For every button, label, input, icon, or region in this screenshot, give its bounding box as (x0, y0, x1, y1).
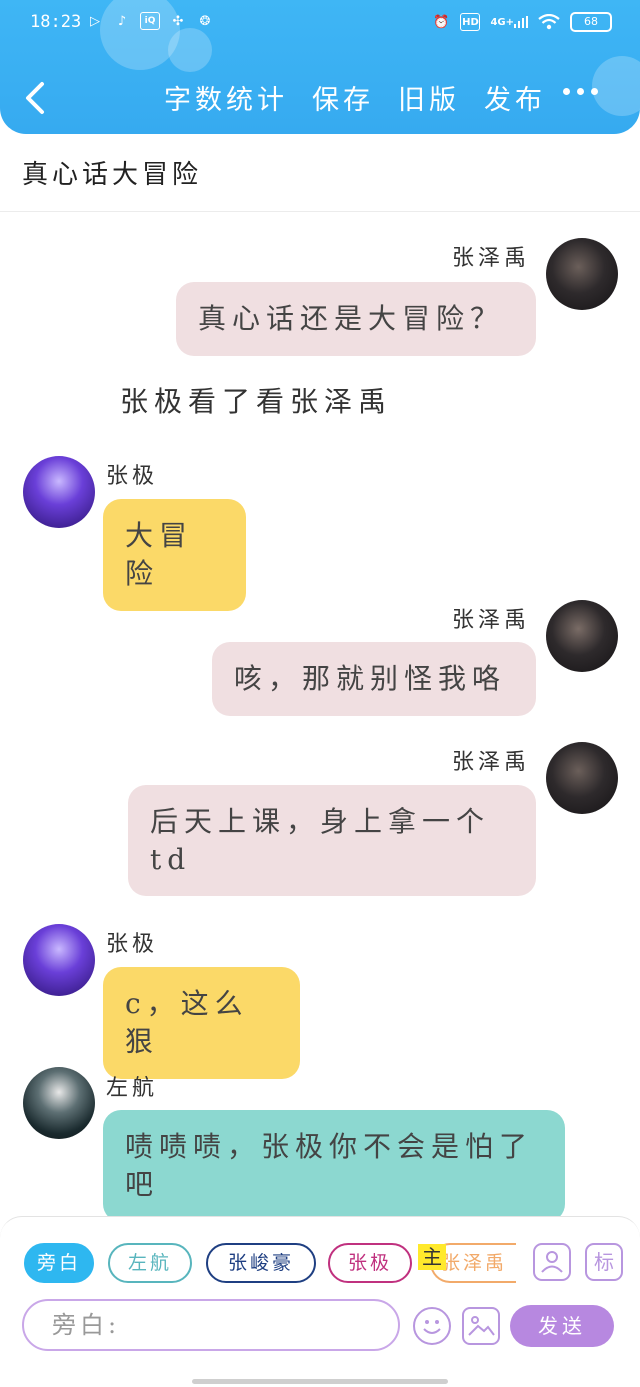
hd-icon: HD (460, 13, 481, 31)
avatar[interactable] (546, 600, 618, 672)
message-bubble[interactable]: 大冒险 (103, 499, 246, 611)
iqiyi-icon: iQ (140, 12, 160, 30)
publish-button[interactable]: 发布 (484, 78, 546, 117)
role-chip-zuohang[interactable]: 左航 (108, 1243, 192, 1283)
back-button[interactable] (20, 78, 50, 118)
message-bubble[interactable]: 啧啧啧，张极你不会是怕了吧 (103, 1110, 565, 1218)
image-button[interactable] (462, 1307, 500, 1345)
chat-area[interactable]: 张泽禹 真心话还是大冒险？ 张极看了看张泽禹 张极 大冒险 张泽禹 咳，那就别怪… (0, 212, 640, 1218)
role-chip-narration[interactable]: 旁白 (24, 1243, 94, 1283)
role-manage-button[interactable] (533, 1243, 571, 1281)
tiktok-icon: ♪ (117, 13, 127, 29)
network-type: 4G+ (490, 16, 514, 28)
more-button[interactable] (563, 88, 598, 95)
toolbar: 字数统计 保存 旧版 发布 (0, 70, 640, 130)
sender-name: 左航 (106, 1076, 159, 1101)
message-bubble[interactable]: 真心话还是大冒险？ (176, 282, 536, 356)
save-button[interactable]: 保存 (312, 78, 374, 117)
signal-bars-icon (514, 16, 528, 28)
app-icon: ❂ (199, 13, 211, 29)
role-chip-zhangji[interactable]: 张极 (328, 1243, 412, 1283)
app-header: 18:23 ▷ ♪ iQ ✣ ❂ ⏰ HD 4G+ 68 字数统计 保存 旧版 … (0, 0, 640, 134)
mark-button[interactable]: 标 (585, 1243, 623, 1281)
word-count-button[interactable]: 字数统计 (164, 78, 288, 117)
old-version-button[interactable]: 旧版 (398, 78, 460, 117)
message-input[interactable]: 旁白: (22, 1299, 400, 1351)
wifi-icon (538, 14, 560, 30)
message-bubble[interactable]: c，这么狠 (103, 967, 300, 1079)
main-role-tag: 主 (418, 1244, 446, 1270)
smile-icon (423, 1320, 441, 1334)
avatar[interactable] (23, 1067, 95, 1139)
story-title-bar[interactable]: 真心话大冒险 (0, 134, 640, 212)
status-bar: 18:23 ▷ ♪ iQ ✣ ❂ ⏰ HD 4G+ 68 (0, 0, 640, 50)
message-bubble[interactable]: 咳，那就别怪我咯 (212, 642, 536, 716)
pinwheel-icon: ✣ (172, 13, 184, 29)
battery-icon: 68 (570, 12, 612, 32)
send-button[interactable]: 发送 (510, 1305, 614, 1347)
notification-icons: ▷ ♪ iQ ✣ ❂ (86, 12, 214, 30)
more-dots-icon (577, 88, 584, 95)
emoji-button[interactable] (413, 1307, 451, 1345)
avatar[interactable] (23, 924, 95, 996)
image-icon (468, 1316, 495, 1336)
alarm-icon: ⏰ (433, 14, 450, 30)
role-chip-zhangjunhao[interactable]: 张峻豪 (206, 1243, 316, 1283)
play-icon: ▷ (90, 13, 100, 29)
narration-text[interactable]: 张极看了看张泽禹 (120, 380, 392, 420)
sender-name: 张泽禹 (452, 246, 531, 271)
sender-name: 张泽禹 (452, 750, 531, 775)
sender-name: 张极 (106, 932, 159, 957)
sender-name: 张泽禹 (452, 608, 531, 633)
person-icon (541, 1251, 563, 1273)
avatar[interactable] (546, 742, 618, 814)
system-icons: ⏰ HD 4G+ 68 (432, 12, 612, 32)
avatar[interactable] (546, 238, 618, 310)
sender-name: 张极 (106, 464, 159, 489)
chevron-left-icon (26, 82, 44, 114)
avatar[interactable] (23, 456, 95, 528)
compose-panel: 旁白 左航 张峻豪 张极 张泽禹 标 旁白: 发送 (0, 1216, 640, 1366)
more-dots-icon (591, 88, 598, 95)
home-indicator[interactable] (192, 1379, 448, 1384)
story-title: 真心话大冒险 (22, 160, 203, 190)
more-dots-icon (563, 88, 570, 95)
message-bubble[interactable]: 后天上课，身上拿一个td (128, 785, 536, 896)
clock: 18:23 (30, 12, 82, 32)
toolbar-actions: 字数统计 保存 旧版 发布 (164, 78, 546, 117)
signal-icon: 4G+ (490, 13, 528, 31)
